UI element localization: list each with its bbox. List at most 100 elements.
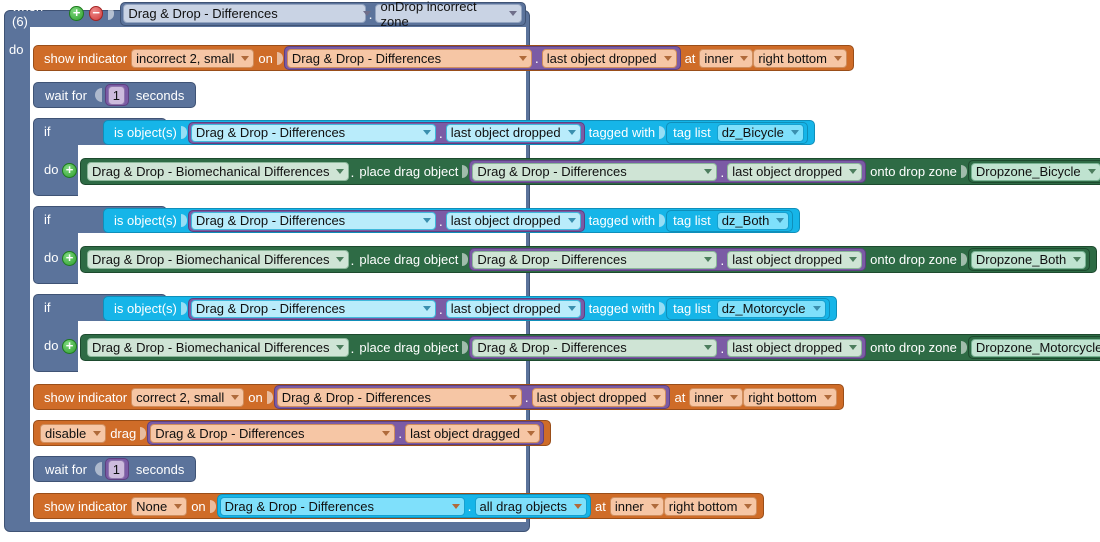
property-dropdown-3[interactable]: all drag objects (474, 496, 587, 516)
plus-circle-icon[interactable]: + (62, 163, 77, 178)
chevron-down-icon[interactable] (834, 55, 842, 61)
chevron-down-icon[interactable] (567, 306, 576, 311)
chevron-down-icon[interactable] (93, 430, 102, 436)
chevron-down-icon[interactable] (1073, 257, 1082, 262)
position-dropdown-1b[interactable]: right bottom (753, 48, 847, 68)
drag-component-dropdown-1[interactable]: Drag & Drop - Differences (472, 162, 718, 181)
position-dropdown-2a[interactable]: inner (689, 387, 744, 407)
place-component-dropdown-2[interactable]: Drag & Drop - Biomechanical Differences (87, 250, 350, 269)
component-property-block-2[interactable]: Drag & Drop - Differences . last object … (273, 385, 671, 409)
chevron-down-icon[interactable] (704, 345, 713, 350)
chevron-down-icon[interactable] (422, 218, 431, 223)
chevron-down-icon[interactable] (849, 257, 858, 262)
property-dropdown-2[interactable]: last object dropped (531, 387, 667, 407)
place-drag-object-block-1[interactable]: Drag & Drop - Biomechanical Differences … (80, 158, 1100, 185)
chevron-down-icon[interactable] (663, 55, 672, 61)
dropzone-block-3[interactable]: Dropzone_Motorcycle (967, 336, 1100, 359)
chevron-down-icon[interactable] (422, 306, 431, 311)
plus-circle-icon[interactable]: + (62, 251, 77, 266)
place-drag-object-block-3[interactable]: Drag & Drop - Biomechanical Differences … (80, 334, 1100, 361)
is-object-block-2[interactable]: is object(s) Drag & Drop - Differences .… (103, 208, 801, 233)
component-dropdown-disable[interactable]: Drag & Drop - Differences (150, 423, 396, 443)
chevron-down-icon[interactable] (776, 218, 785, 223)
position-dropdown-3a[interactable]: inner (609, 496, 664, 516)
dropzone-block-2[interactable]: Dropzone_Both (967, 248, 1091, 271)
dropzone-block-1[interactable]: Dropzone_Bicycle (967, 160, 1100, 183)
tag-dropdown-2[interactable]: dz_Both (716, 211, 790, 230)
chevron-down-icon[interactable] (174, 503, 183, 509)
is-object-block-3[interactable]: is object(s) Drag & Drop - Differences .… (103, 296, 837, 321)
number-value-2[interactable]: 1 (107, 459, 125, 479)
place-component-dropdown-3[interactable]: Drag & Drop - Biomechanical Differences (87, 338, 350, 357)
chevron-down-icon[interactable] (744, 503, 753, 509)
component-dropdown-2[interactable]: Drag & Drop - Differences (276, 387, 522, 407)
chevron-down-icon[interactable] (567, 130, 576, 135)
chevron-down-icon[interactable] (422, 130, 431, 135)
component-property-block-if1[interactable]: Drag & Drop - Differences . last object … (187, 121, 585, 144)
chevron-down-icon[interactable] (518, 55, 527, 61)
chevron-down-icon[interactable] (650, 503, 659, 509)
dropzone-dropdown-3[interactable]: Dropzone_Motorcycle (970, 338, 1100, 357)
chevron-down-icon[interactable] (1087, 169, 1096, 174)
component-dropdown-if3[interactable]: Drag & Drop - Differences (190, 299, 436, 318)
tag-list-block-3[interactable]: tag list dz_Motorcycle (666, 297, 830, 320)
blocks-canvas[interactable]: when (6) + − Drag & Drop - Differences .… (0, 0, 1100, 542)
drag-component-dropdown-2[interactable]: Drag & Drop - Differences (472, 250, 718, 269)
component-dropdown-3[interactable]: Drag & Drop - Differences (219, 496, 465, 516)
number-block-2[interactable]: 1 (104, 458, 129, 480)
drag-component-dropdown-3[interactable]: Drag & Drop - Differences (472, 338, 718, 357)
drag-component-block-2[interactable]: Drag & Drop - Differences . last object … (469, 248, 867, 271)
event-component-dropdown[interactable]: Drag & Drop - Differences (123, 4, 372, 23)
number-value-1[interactable]: 1 (107, 85, 125, 105)
chevron-down-icon[interactable] (336, 345, 345, 350)
wait-block-2[interactable]: wait for 1 seconds (33, 456, 197, 482)
component-dropdown-if2[interactable]: Drag & Drop - Differences (190, 211, 436, 230)
property-dropdown-if2[interactable]: last object dropped (445, 211, 581, 230)
chevron-down-icon[interactable] (849, 345, 858, 350)
chevron-down-icon[interactable] (241, 55, 250, 61)
property-dropdown-disable[interactable]: last object dragged (405, 423, 540, 443)
component-property-block-disable[interactable]: Drag & Drop - Differences . last object … (147, 421, 544, 445)
chevron-down-icon[interactable] (509, 11, 518, 16)
when-header[interactable]: when (6) + − Drag & Drop - Differences .… (0, 0, 527, 29)
chevron-down-icon[interactable] (812, 306, 821, 311)
tag-dropdown-3[interactable]: dz_Motorcycle (716, 299, 826, 318)
component-dropdown-if1[interactable]: Drag & Drop - Differences (190, 123, 436, 142)
drag-property-dropdown-2[interactable]: last object dropped (727, 250, 863, 269)
chevron-down-icon[interactable] (231, 394, 240, 400)
chevron-down-icon[interactable] (740, 55, 749, 61)
show-indicator-block-1[interactable]: show indicator incorrect 2, small on Dra… (33, 45, 854, 71)
chevron-down-icon[interactable] (382, 430, 391, 436)
show-indicator-block-2[interactable]: show indicator correct 2, small on Drag … (33, 384, 844, 410)
drag-property-dropdown-3[interactable]: last object dropped (727, 338, 863, 357)
chevron-down-icon[interactable] (704, 169, 713, 174)
tag-list-block-2[interactable]: tag list dz_Both (666, 209, 794, 232)
component-property-block-if2[interactable]: Drag & Drop - Differences . last object … (187, 209, 585, 232)
chevron-down-icon[interactable] (653, 394, 662, 400)
component-dropdown-1[interactable]: Drag & Drop - Differences (286, 48, 532, 68)
indicator-value-dropdown-1[interactable]: incorrect 2, small (131, 48, 255, 68)
property-dropdown-if3[interactable]: last object dropped (445, 299, 581, 318)
drag-property-dropdown-1[interactable]: last object dropped (727, 162, 863, 181)
wait-block-1[interactable]: wait for 1 seconds (33, 82, 197, 108)
event-name-dropdown[interactable]: onDrop incorrect zone (375, 0, 523, 29)
component-property-block-if3[interactable]: Drag & Drop - Differences . last object … (187, 297, 585, 320)
position-dropdown-3b[interactable]: right bottom (663, 496, 758, 516)
is-object-block-1[interactable]: is object(s) Drag & Drop - Differences .… (103, 120, 815, 145)
chevron-down-icon[interactable] (336, 169, 345, 174)
dropzone-dropdown-2[interactable]: Dropzone_Both (970, 250, 1087, 269)
number-block-1[interactable]: 1 (104, 84, 129, 106)
property-dropdown-if1[interactable]: last object dropped (445, 123, 581, 142)
indicator-value-dropdown-2[interactable]: correct 2, small (131, 387, 245, 407)
chevron-down-icon[interactable] (704, 257, 713, 262)
position-dropdown-1a[interactable]: inner (699, 48, 754, 68)
drag-component-block-3[interactable]: Drag & Drop - Differences . last object … (469, 336, 867, 359)
plus-circle-icon[interactable]: + (62, 339, 77, 354)
tag-dropdown-1[interactable]: dz_Bicycle (716, 123, 804, 142)
disable-drag-block[interactable]: disable drag Drag & Drop - Differences .… (33, 420, 551, 446)
disable-dropdown[interactable]: disable (40, 423, 107, 443)
tag-list-block-1[interactable]: tag list dz_Bicycle (666, 121, 808, 144)
place-component-dropdown-1[interactable]: Drag & Drop - Biomechanical Differences (87, 162, 350, 181)
position-dropdown-2b[interactable]: right bottom (743, 387, 837, 407)
chevron-down-icon[interactable] (790, 130, 799, 135)
